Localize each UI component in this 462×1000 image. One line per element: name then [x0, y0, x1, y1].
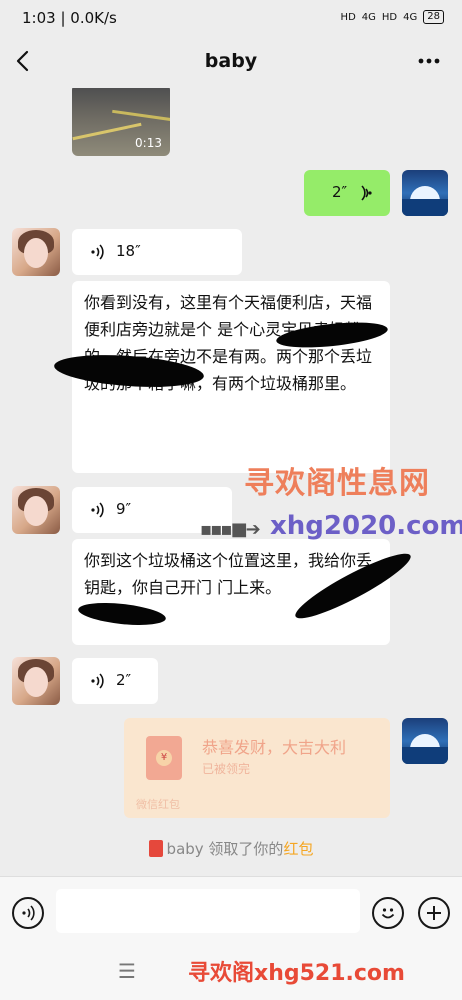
- voice-message-sent[interactable]: 2″: [304, 170, 390, 216]
- video-message[interactable]: 0:13: [72, 88, 170, 156]
- coin-icon: ¥: [156, 750, 172, 766]
- battery-icon: 28: [423, 10, 444, 24]
- status-bar: 1:03 | 0.0K/s HD 4G HD 4G 28: [0, 0, 462, 36]
- voice-duration: 2″: [332, 183, 348, 201]
- voice-input-icon[interactable]: [12, 897, 44, 929]
- avatar-face: [24, 496, 48, 526]
- watermark-bottom: 寻欢阁xhg521.com: [188, 961, 405, 986]
- status-time: 1:03 | 0.0K/s: [22, 9, 117, 27]
- emoji-icon[interactable]: [372, 897, 404, 929]
- video-frame-detail: [72, 122, 142, 141]
- watermark-site-url: xhg2020.com: [270, 511, 462, 541]
- chat-title: baby: [204, 50, 258, 72]
- avatar-other[interactable]: [12, 228, 60, 276]
- red-packet-message[interactable]: ¥ 恭喜发财，大吉大利 已被领完 微信红包: [124, 718, 390, 818]
- watermark-site-name: 寻欢阁性息网: [244, 466, 430, 501]
- system-note-text: baby 领取了你的: [166, 840, 284, 858]
- watermark-arrow-icon: ▪▪▪■➔: [200, 519, 261, 540]
- system-note-highlight[interactable]: 红包: [283, 840, 313, 858]
- video-frame-detail-2: [112, 109, 170, 122]
- voice-wave-icon: [91, 502, 104, 518]
- plus-icon[interactable]: [418, 897, 450, 929]
- hd-icon-2: HD: [381, 11, 398, 23]
- voice-message-received[interactable]: 2″: [72, 658, 158, 704]
- video-duration: 0:13: [135, 136, 162, 150]
- avatar-other[interactable]: [12, 657, 60, 705]
- red-packet-mini-icon: [148, 840, 163, 857]
- avatar-other[interactable]: [12, 486, 60, 534]
- red-packet-footer: 微信红包: [136, 798, 180, 811]
- hd-icon: HD: [340, 11, 356, 23]
- red-packet-status: 已被领完: [202, 762, 251, 776]
- voice-wave-icon: [91, 673, 104, 689]
- avatar-sea: [402, 747, 448, 764]
- status-icons: HD 4G HD 4G 28: [341, 10, 444, 24]
- avatar-face: [24, 667, 48, 697]
- menu-icon[interactable]: ☰: [118, 959, 136, 983]
- avatar-self[interactable]: [402, 718, 448, 764]
- voice-duration: 9″: [116, 500, 132, 518]
- red-packet-title: 恭喜发财，大吉大利: [202, 738, 347, 757]
- signal-icon-2: 4G: [403, 11, 418, 23]
- red-packet-icon: ¥: [146, 736, 182, 780]
- avatar-self[interactable]: [402, 170, 448, 216]
- system-note: baby 领取了你的红包: [0, 838, 462, 859]
- avatar-face: [24, 238, 48, 268]
- signal-icon: 4G: [361, 11, 376, 23]
- voice-message-received[interactable]: 18″: [72, 229, 242, 275]
- voice-wave-icon: [91, 244, 104, 260]
- avatar-sea: [402, 199, 448, 216]
- voice-duration: 2″: [116, 671, 132, 689]
- message-input[interactable]: [56, 889, 360, 933]
- voice-wave-icon: [361, 185, 372, 201]
- voice-duration: 18″: [116, 242, 141, 260]
